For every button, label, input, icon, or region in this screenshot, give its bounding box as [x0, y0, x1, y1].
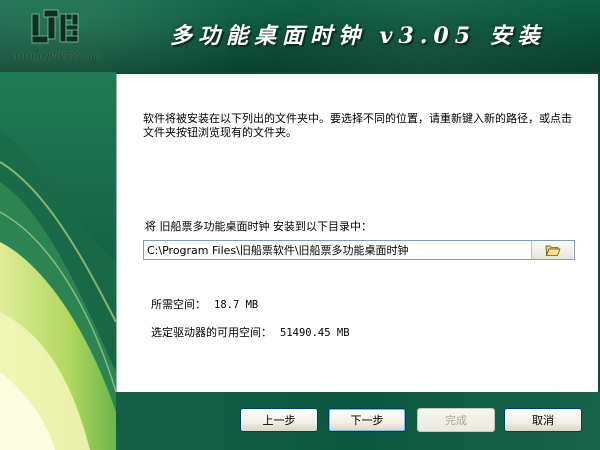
required-space-value: 18.7 MB: [214, 299, 259, 311]
brand-logo: [31, 9, 79, 44]
back-button[interactable]: 上一步: [240, 408, 318, 432]
installer-window: www.jcpl0686.com 多功能桌面时钟 v3.05 安装 软件将被安装…: [0, 0, 600, 450]
browse-folder-button[interactable]: [531, 241, 573, 259]
decorative-swirl-graphic: [0, 72, 116, 450]
logo-url: www.jcpl0686.com: [12, 52, 103, 62]
header-banner: www.jcpl0686.com 多功能桌面时钟 v3.05 安装: [0, 0, 600, 72]
window-title: 多功能桌面时钟 v3.05 安装: [170, 23, 546, 49]
install-path-field: [143, 240, 575, 260]
main-panel: 软件将被安装在以下列出的文件夹中。要选择不同的位置，请重新键入新的路径，或点击文…: [116, 74, 600, 392]
instructions-text: 软件将被安装在以下列出的文件夹中。要选择不同的位置，请重新键入新的路径，或点击文…: [143, 112, 572, 139]
folder-open-icon: [545, 245, 561, 256]
available-space-label: 选定驱动器的可用空间：: [151, 326, 272, 339]
cancel-button[interactable]: 取消: [504, 408, 582, 432]
next-button[interactable]: 下一步: [328, 408, 406, 432]
available-space-row: 选定驱动器的可用空间： 51490.45 MB: [151, 324, 350, 340]
required-space-label: 所需空间：: [151, 298, 206, 311]
install-path-input[interactable]: [145, 242, 533, 258]
finish-button[interactable]: 完成: [417, 408, 495, 432]
available-space-value: 51490.45 MB: [280, 327, 350, 339]
side-banner: [0, 72, 116, 450]
install-target-label: 将 旧船票多功能桌面时钟 安装到以下目录中：: [145, 220, 372, 233]
button-bar: 上一步 下一步 完成 取消: [116, 392, 600, 450]
required-space-row: 所需空间： 18.7 MB: [151, 296, 258, 312]
